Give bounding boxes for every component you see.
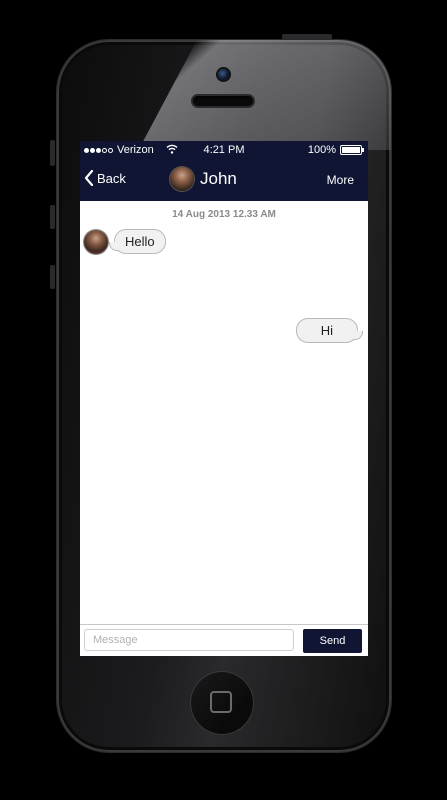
mute-switch <box>50 140 55 166</box>
contact-name: John <box>200 169 237 188</box>
chevron-left-icon <box>84 170 94 186</box>
incoming-message-bubble: Hello <box>109 229 166 254</box>
battery-indicator: 100% <box>307 144 364 156</box>
sender-avatar <box>84 229 108 254</box>
power-button <box>282 34 332 40</box>
list-item: Hello <box>84 229 166 254</box>
conversation-timestamp: 14 Aug 2013 12.33 AM <box>172 209 276 220</box>
volume-down-button <box>50 265 55 289</box>
earpiece-speaker <box>193 96 253 106</box>
front-camera <box>218 69 229 80</box>
battery-icon <box>340 145 364 155</box>
contact-header[interactable]: John <box>170 167 237 191</box>
message-input[interactable] <box>84 629 294 651</box>
more-button[interactable]: More <box>327 173 354 187</box>
back-button[interactable]: Back <box>84 170 126 186</box>
list-item: Hi <box>295 318 358 343</box>
app-screen: Verizon 4:21 PM 100% Back John More 14 A… <box>80 141 368 656</box>
message-list[interactable]: 14 Aug 2013 12.33 AM Hello Hi <box>80 201 368 621</box>
volume-up-button <box>50 205 55 229</box>
screen-glare <box>138 40 391 150</box>
home-square-icon <box>210 691 232 713</box>
send-button[interactable]: Send <box>303 629 362 653</box>
message-composer: Send <box>80 624 368 656</box>
outgoing-message-bubble: Hi <box>295 318 358 343</box>
back-label: Back <box>97 170 126 186</box>
contact-avatar <box>170 167 194 191</box>
battery-percent: 100% <box>307 144 336 156</box>
nav-bar: Back John More <box>80 160 368 201</box>
status-bar: Verizon 4:21 PM 100% <box>80 141 368 160</box>
